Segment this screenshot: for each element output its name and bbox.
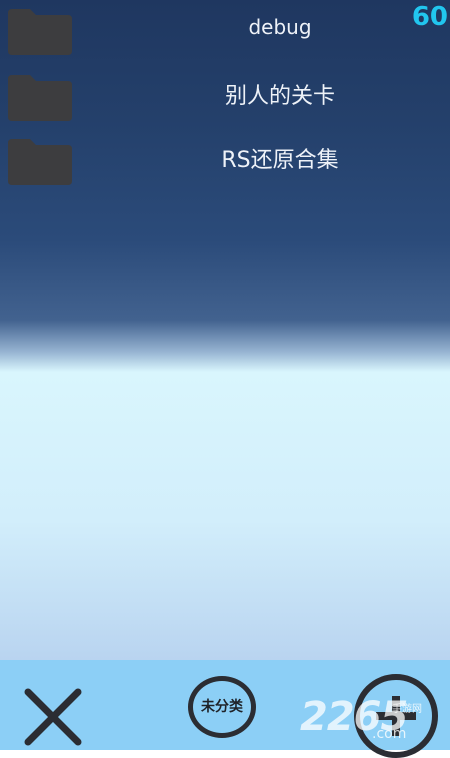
uncategorized-button[interactable]: 未分类 [186, 676, 266, 738]
folder-item-debug[interactable]: debug [0, 4, 450, 62]
uncategorized-label: 未分类 [201, 699, 243, 715]
folder-item-others-levels[interactable]: 别人的关卡 [0, 70, 450, 128]
folder-icon [8, 139, 72, 185]
folder-label: debug [248, 15, 312, 39]
folder-icon [8, 9, 72, 55]
close-icon[interactable] [22, 686, 84, 748]
watermark-site: 手游网 [392, 704, 422, 715]
folder-icon [8, 75, 72, 121]
folder-label: RS还原合集 [221, 148, 339, 173]
folder-label: 别人的关卡 [224, 84, 335, 109]
watermark-domain: .com [372, 726, 407, 742]
folder-item-rs-collection[interactable]: RS还原合集 [0, 134, 450, 192]
